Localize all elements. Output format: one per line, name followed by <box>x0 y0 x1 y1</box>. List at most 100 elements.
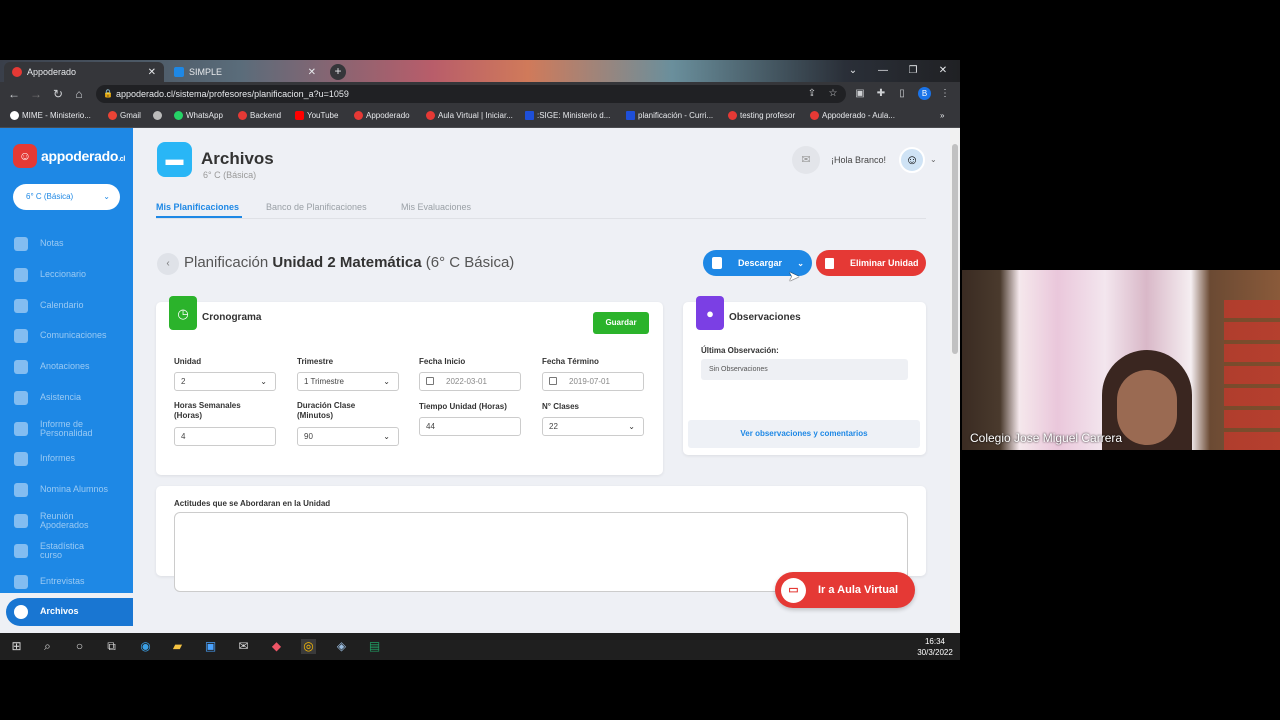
back-icon[interactable]: ← <box>6 86 22 102</box>
profile-avatar[interactable]: B <box>918 87 931 100</box>
sidebar-item-comunicaciones[interactable]: Comunicaciones <box>0 322 133 350</box>
bookmark-item[interactable]: Gmail <box>108 111 141 120</box>
bookmark-item[interactable]: WhatsApp <box>174 111 223 120</box>
unidad-select[interactable]: 2 ⌄ <box>174 372 276 391</box>
file-explorer-icon[interactable]: ▰ <box>170 639 185 654</box>
avatar[interactable]: ☺ <box>899 147 925 173</box>
sidebar-item-archivos[interactable]: Archivos <box>6 598 133 626</box>
document-icon <box>14 575 28 589</box>
back-button[interactable]: ‹ <box>157 253 179 275</box>
sidebar-item-informes[interactable]: Informes <box>0 445 133 473</box>
address-bar[interactable]: 🔒 appoderado.cl/sistema/profesores/plani… <box>96 85 846 103</box>
field-label: Duración Clase (Minutos) <box>297 401 356 421</box>
sidebar: ☺ appoderado.cl 6° C (Básica) ⌄ Notas Le… <box>0 128 133 626</box>
delete-unit-button[interactable]: Eliminar Unidad <box>816 250 926 276</box>
scrollbar-thumb[interactable] <box>952 144 958 354</box>
scrollbar[interactable] <box>950 128 960 633</box>
share-icon[interactable]: ⇪ <box>804 86 820 102</box>
restore-icon[interactable]: ❐ <box>898 62 928 80</box>
logo-text: appoderado.cl <box>41 148 126 164</box>
sidebar-item-informe-personalidad[interactable]: Informe de Personalidad <box>0 415 133 443</box>
app-icon[interactable]: ◈ <box>334 639 349 654</box>
tab-appoderado[interactable]: Appoderado ✕ <box>4 62 164 82</box>
course-select[interactable]: 6° C (Básica) ⌄ <box>13 184 120 210</box>
bookmark-item[interactable]: planificación - Curri... <box>626 111 713 120</box>
webcam-label: Colegio Jose Miguel Carrera <box>970 431 1123 445</box>
bookmark-item[interactable]: Appoderado - Aula... <box>810 111 895 120</box>
search-icon[interactable]: ⌕ <box>40 639 55 654</box>
forward-icon[interactable]: → <box>28 86 44 102</box>
reload-icon[interactable]: ↻ <box>50 86 66 102</box>
sidepanel-icon[interactable]: ▯ <box>894 86 910 102</box>
fecha-inicio-input[interactable]: 2022-03-01 <box>419 372 521 391</box>
simple-favicon-icon <box>174 67 184 77</box>
sidebar-item-notas[interactable]: Notas <box>0 230 133 258</box>
sidebar-item-nomina-alumnos[interactable]: Nomina Alumnos <box>0 476 133 504</box>
mail-icon[interactable]: ✉ <box>236 639 251 654</box>
trash-icon <box>825 257 834 269</box>
tab-banco-planificaciones[interactable]: Banco de Planificaciones <box>266 202 367 212</box>
sidebar-item-leccionario[interactable]: Leccionario <box>0 261 133 289</box>
tab-mis-evaluaciones[interactable]: Mis Evaluaciones <box>401 202 471 212</box>
system-clock[interactable]: 16:34 30/3/2022 <box>914 636 956 658</box>
trimestre-select[interactable]: 1 Trimestre ⌄ <box>297 372 399 391</box>
chevron-down-icon[interactable]: ⌄ <box>797 259 804 268</box>
bookmark-item[interactable]: MIME - Ministerio... <box>10 111 91 120</box>
tab-search-icon[interactable]: ⌄ <box>838 62 868 80</box>
chevron-down-icon[interactable]: ⌄ <box>930 155 937 164</box>
bookmark-item[interactable]: YouTube <box>295 111 338 120</box>
bookmark-item[interactable]: Appoderado <box>354 111 410 120</box>
home-icon[interactable]: ⌂ <box>71 86 87 102</box>
edge-icon[interactable]: ◉ <box>138 639 153 654</box>
view-observations-link[interactable]: Ver observaciones y comentarios <box>688 420 920 448</box>
more-bookmarks-icon[interactable]: » <box>940 111 944 120</box>
close-window-icon[interactable]: ✕ <box>928 62 958 80</box>
task-view-icon[interactable]: ⧉ <box>104 639 119 654</box>
duracion-clase-select[interactable]: 90 ⌄ <box>297 427 399 446</box>
close-icon[interactable]: ✕ <box>308 67 316 78</box>
excel-icon[interactable]: ▤ <box>367 639 382 654</box>
mail-icon[interactable]: ✉ <box>792 146 820 174</box>
store-icon[interactable]: ▣ <box>203 639 218 654</box>
field-label: N° Clases <box>542 402 579 411</box>
bookmark-item[interactable]: :SIGE: Ministerio d... <box>525 111 610 120</box>
mouse-cursor-icon: ➤ <box>788 268 800 284</box>
minimize-icon[interactable]: — <box>868 62 898 80</box>
new-tab-icon[interactable]: + <box>330 64 346 80</box>
horas-semanales-input[interactable]: 4 <box>174 427 276 446</box>
sidebar-item-anotaciones[interactable]: Anotaciones <box>0 353 133 381</box>
bookmark-item[interactable]: testing profesor <box>728 111 795 120</box>
aula-virtual-button[interactable]: ▭ Ir a Aula Virtual <box>775 572 915 608</box>
tab-mis-planificaciones[interactable]: Mis Planificaciones <box>156 202 239 212</box>
bookmark-item[interactable]: Aula Virtual | Iniciar... <box>426 111 513 120</box>
windows-start-icon[interactable]: ⊞ <box>9 639 24 654</box>
sidebar-item-asistencia[interactable]: Asistencia <box>0 384 133 412</box>
app-icon[interactable]: ◆ <box>269 639 284 654</box>
chrome-icon[interactable]: ◎ <box>301 639 316 654</box>
logo[interactable]: ☺ appoderado.cl <box>13 144 125 168</box>
bookmark-item[interactable] <box>153 111 162 120</box>
bookmark-star-icon[interactable]: ☆ <box>825 86 841 102</box>
tab-label: Appoderado <box>27 67 77 77</box>
bookmark-icon <box>810 111 819 120</box>
appoderado-favicon-icon <box>12 67 22 77</box>
menu-icon[interactable]: ⋮ <box>937 86 953 102</box>
tiempo-unidad-input[interactable]: 44 <box>419 417 521 436</box>
taskbar: ⊞ ⌕ ○ ⧉ ◉ ▰ ▣ ✉ ◆ ◎ ◈ ▤ 16:34 30/3/2022 <box>0 633 960 660</box>
save-button[interactable]: Guardar <box>593 312 649 334</box>
sidebar-item-estadistica-curso[interactable]: Estadística curso <box>0 537 133 565</box>
extension-icon[interactable]: ▣ <box>852 86 868 102</box>
cortana-icon[interactable]: ○ <box>72 639 87 654</box>
chevron-down-icon: ⌄ <box>383 432 390 441</box>
puzzle-icon[interactable]: ✚ <box>873 86 889 102</box>
tab-simple[interactable]: SIMPLE ✕ <box>166 62 324 82</box>
file-icon <box>712 257 722 269</box>
bookmark-item[interactable]: Backend <box>238 111 281 120</box>
webcam-feed <box>962 270 1280 450</box>
close-icon[interactable]: ✕ <box>148 67 156 78</box>
sidebar-item-entrevistas[interactable]: Entrevistas <box>0 568 133 596</box>
sidebar-item-reunion-apoderados[interactable]: Reunión Apoderados <box>0 507 133 535</box>
fecha-termino-input[interactable]: 2019-07-01 <box>542 372 644 391</box>
n-clases-select[interactable]: 22 ⌄ <box>542 417 644 436</box>
sidebar-item-calendario[interactable]: Calendario <box>0 292 133 320</box>
